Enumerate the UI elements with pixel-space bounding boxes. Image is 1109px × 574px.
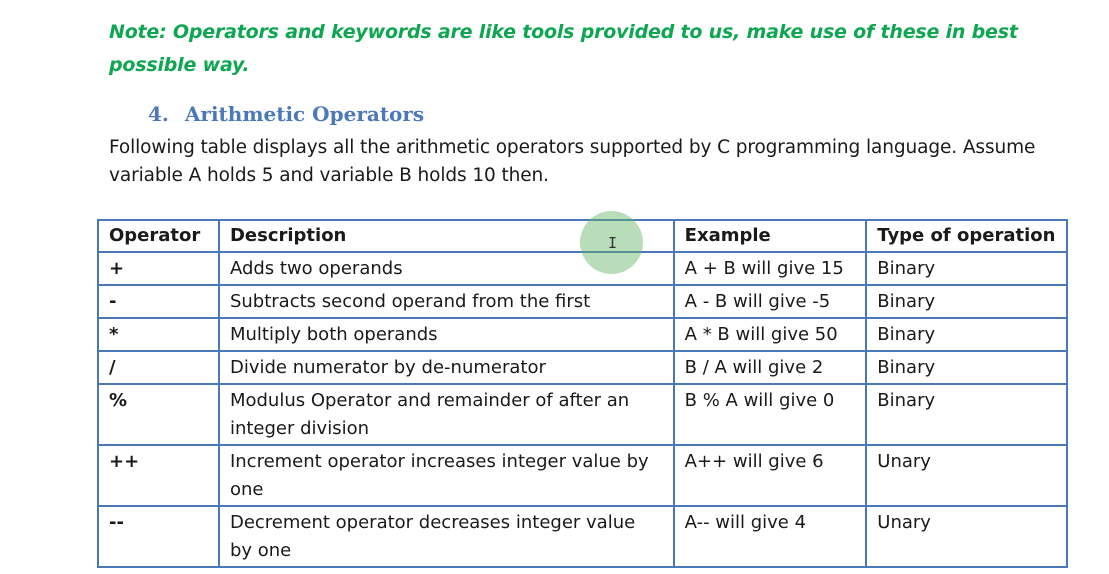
example-cell: A * B will give 50 <box>672 317 868 352</box>
type-cell: Binary <box>865 350 1068 385</box>
arithmetic-operators-table: Operator Description Example Type of ope… <box>97 219 1068 568</box>
table-row: / Divide numerator by de-numerator B / A… <box>97 350 1068 385</box>
description-cell: Adds two operands <box>217 251 675 286</box>
operator-cell: % <box>97 383 220 446</box>
type-cell: Unary <box>865 444 1068 507</box>
description-cell: Decrement operator decreases integer val… <box>217 505 675 568</box>
example-cell: A-- will give 4 <box>672 505 868 568</box>
table-row: % Modulus Operator and remainder of afte… <box>97 383 1068 446</box>
type-cell: Binary <box>865 383 1068 446</box>
header-operator: Operator <box>97 219 220 253</box>
description-cell: Modulus Operator and remainder of after … <box>217 383 675 446</box>
table-row: ++ Increment operator increases integer … <box>97 444 1068 507</box>
operator-cell: - <box>97 284 220 319</box>
operator-cell: + <box>97 251 220 286</box>
section-number: 4. <box>148 102 169 126</box>
description-cell: Multiply both operands <box>217 317 675 352</box>
table-row: - Subtracts second operand from the firs… <box>97 284 1068 319</box>
description-cell: Subtracts second operand from the first <box>217 284 675 319</box>
operator-cell: -- <box>97 505 220 568</box>
example-cell: B / A will give 2 <box>672 350 868 385</box>
operator-cell: / <box>97 350 220 385</box>
operator-cell: * <box>97 317 220 352</box>
note-text: Note: Operators and keywords are like to… <box>109 21 1018 76</box>
intro-paragraph: Following table displays all the arithme… <box>109 137 1036 186</box>
example-cell: A++ will give 6 <box>672 444 868 507</box>
description-cell: Increment operator increases integer val… <box>217 444 675 507</box>
example-cell: A - B will give -5 <box>672 284 868 319</box>
header-description: Description <box>217 219 675 253</box>
table-row: * Multiply both operands A * B will give… <box>97 317 1068 352</box>
type-cell: Binary <box>865 317 1068 352</box>
example-cell: A + B will give 15 <box>672 251 868 286</box>
table-row: + Adds two operands A + B will give 15 B… <box>97 251 1068 286</box>
description-cell: Divide numerator by de-numerator <box>217 350 675 385</box>
table-row: -- Decrement operator decreases integer … <box>97 505 1068 568</box>
type-cell: Binary <box>865 251 1068 286</box>
header-type: Type of operation <box>865 219 1068 253</box>
type-cell: Binary <box>865 284 1068 319</box>
header-example: Example <box>672 219 868 253</box>
section-heading: 4. Arithmetic Operators <box>148 102 424 126</box>
table-header-row: Operator Description Example Type of ope… <box>97 219 1068 253</box>
section-title: Arithmetic Operators <box>184 102 425 126</box>
operator-cell: ++ <box>97 444 220 507</box>
type-cell: Unary <box>865 505 1068 568</box>
example-cell: B % A will give 0 <box>672 383 868 446</box>
